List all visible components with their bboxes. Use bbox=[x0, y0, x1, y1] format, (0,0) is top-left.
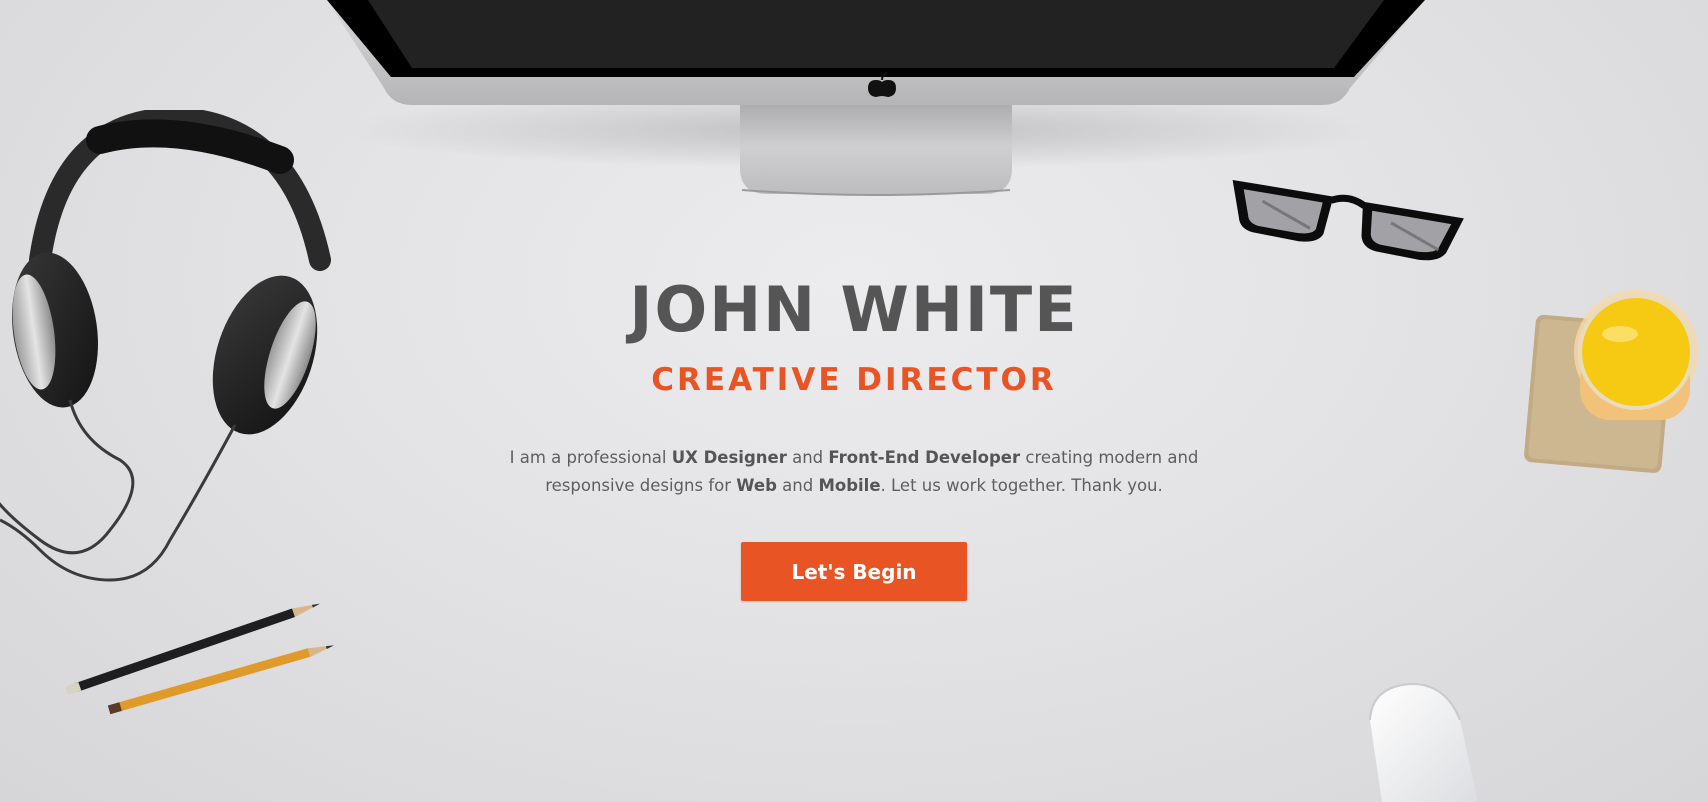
lets-begin-button[interactable]: Let's Begin bbox=[741, 542, 967, 601]
hero-description-text: and bbox=[786, 448, 829, 467]
hero-section: JOHN WHITE CREATIVE DIRECTOR I am a prof… bbox=[0, 270, 1708, 601]
hero-job-title: CREATIVE DIRECTOR bbox=[651, 362, 1057, 398]
hero-description-text: and bbox=[776, 476, 819, 495]
hero-name: JOHN WHITE bbox=[629, 273, 1079, 346]
hero-description-text: I am a professional bbox=[509, 448, 672, 467]
hero-skill-ux: UX Designer bbox=[671, 448, 787, 467]
hero-skill-frontend: Front-End Developer bbox=[828, 448, 1021, 467]
mouse-illustration bbox=[1369, 682, 1478, 802]
hero-description: I am a professional UX Designer and Fron… bbox=[474, 444, 1234, 500]
hero-description-text: . Let us work together. Thank you. bbox=[880, 476, 1163, 495]
eyeglasses-illustration bbox=[1232, 180, 1464, 261]
hero-platform-web: Web bbox=[736, 476, 777, 495]
hero-platform-mobile: Mobile bbox=[818, 476, 881, 495]
pencils-illustration bbox=[65, 603, 335, 715]
